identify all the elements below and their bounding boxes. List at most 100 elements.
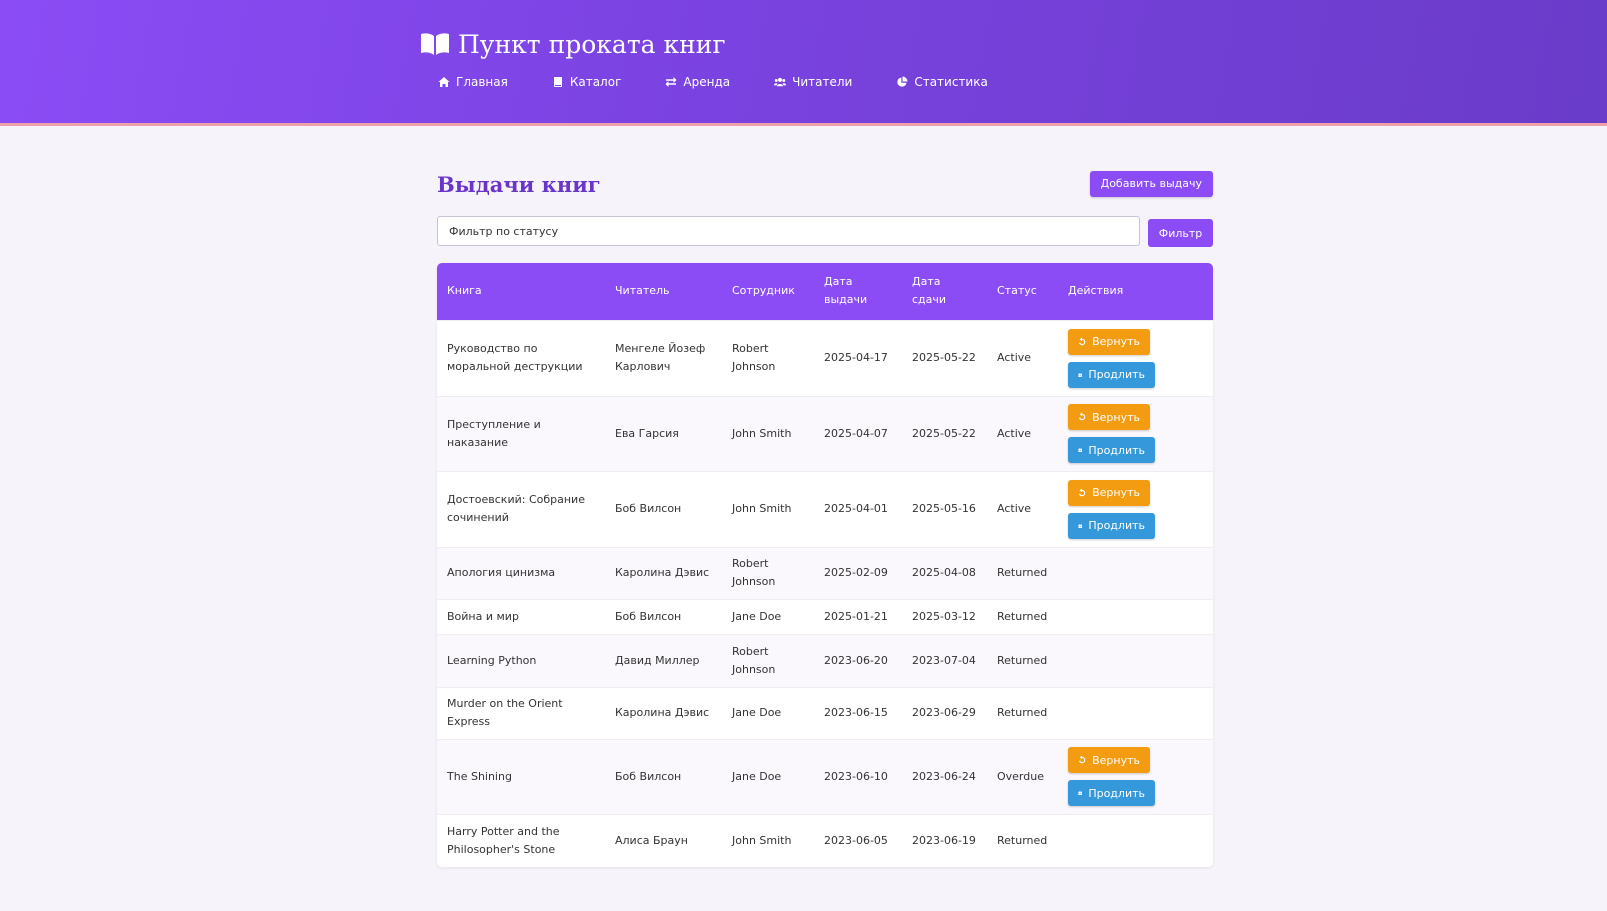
staff-cell: John Smith [722, 470, 814, 547]
calendar-plus-icon [1078, 372, 1082, 377]
issue-date-cell: 2025-04-07 [814, 395, 902, 471]
status-cell: Overdue [987, 738, 1058, 814]
nav-label: Аренда [683, 75, 731, 89]
issue-date-cell: 2025-02-09 [814, 546, 902, 599]
table-row: Руководство по моральной деструкции Менге… [437, 319, 1213, 396]
filter-bar: Фильтр [437, 215, 1213, 247]
due-date-cell: 2025-05-16 [902, 470, 987, 547]
due-date-cell: 2025-05-22 [902, 319, 987, 396]
reader-cell: Каролина Дэвис [605, 686, 722, 739]
staff-cell: Robert Johnson [722, 633, 814, 687]
due-date-cell: 2023-06-24 [902, 738, 987, 814]
status-filter-input[interactable] [437, 216, 1140, 246]
return-button[interactable]: Вернуть [1068, 747, 1150, 773]
book-cell: Апология цинизма [437, 546, 605, 599]
nav-item-statistics[interactable]: Статистика [896, 72, 988, 92]
calendar-plus-icon [1078, 523, 1082, 528]
book-cell: Murder on the Orient Express [437, 686, 605, 739]
column-header[interactable]: Читатель [605, 263, 722, 320]
page-title: Выдачи книг [437, 171, 601, 197]
column-header[interactable]: Дата выдачи [814, 263, 902, 320]
brand[interactable]: Пункт проката книг [420, 28, 1220, 60]
issues-table-container: Книга Читатель Сотрудник Дата выдачи Дат… [437, 263, 1213, 867]
actions-cell [1058, 546, 1213, 599]
extend-label: Продлить [1088, 368, 1145, 381]
nav-item-catalog[interactable]: Каталог [552, 72, 621, 92]
reader-cell: Ева Гарсия [605, 395, 722, 471]
nav-label: Читатели [792, 75, 853, 89]
column-header[interactable]: Сотрудник [722, 263, 814, 320]
issues-table: Книга Читатель Сотрудник Дата выдачи Дат… [437, 263, 1213, 867]
column-header[interactable]: Дата сдачи [902, 263, 987, 320]
staff-cell: Jane Doe [722, 738, 814, 814]
staff-cell: Jane Doe [722, 686, 814, 739]
users-icon [774, 77, 787, 87]
table-row: Апология цинизма Каролина Дэвис Robert Joh… [437, 546, 1213, 599]
reader-cell: Менгеле Йозеф Карлович [605, 319, 722, 396]
staff-cell: Robert Johnson [722, 546, 814, 599]
add-issue-button[interactable]: Добавить выдачу [1089, 171, 1213, 197]
book-cell: Руководство по моральной деструкции [437, 319, 605, 396]
table-row: Learning Python Давид Миллер Robert Johnso… [437, 633, 1213, 687]
status-cell: Returned [987, 633, 1058, 687]
table-row: The Shining Боб Вилсон Jane Doe 2023-06-10 2… [437, 738, 1213, 814]
reader-cell: Каролина Дэвис [605, 546, 722, 599]
open-book-icon [421, 33, 449, 55]
book-cell: Harry Potter and the Philosopher's Stone [437, 813, 605, 867]
nav-item-rental[interactable]: Аренда [665, 72, 730, 92]
extend-button[interactable]: Продлить [1068, 780, 1155, 806]
reader-cell: Давид Миллер [605, 633, 722, 687]
return-label: Вернуть [1092, 410, 1140, 424]
actions-cell [1058, 686, 1213, 739]
staff-cell: John Smith [722, 813, 814, 867]
actions-cell: Вернуть Продлить [1058, 738, 1213, 814]
extend-label: Продлить [1088, 519, 1145, 532]
extend-label: Продлить [1088, 786, 1145, 800]
actions-cell [1058, 813, 1213, 867]
nav-item-readers[interactable]: Читатели [774, 72, 852, 92]
return-button[interactable]: Вернуть [1068, 404, 1150, 430]
actions-cell [1058, 633, 1213, 687]
extend-button[interactable]: Продлить [1068, 361, 1155, 388]
issue-date-cell: 2025-04-17 [814, 319, 902, 396]
return-button[interactable]: Вернуть [1068, 328, 1150, 355]
home-icon [438, 77, 450, 87]
return-button[interactable]: Вернуть [1068, 479, 1150, 506]
return-label: Вернуть [1092, 486, 1140, 499]
issue-date-cell: 2025-01-21 [814, 598, 902, 634]
column-header[interactable]: Статус [987, 263, 1058, 320]
nav-label: Статистика [914, 75, 988, 89]
extend-label: Продлить [1088, 443, 1145, 457]
table-row: Harry Potter and the Philosopher's Stone… [437, 813, 1213, 867]
nav-item-home[interactable]: Главная [438, 72, 508, 92]
reader-cell: Боб Вилсон [605, 470, 722, 547]
chart-pie-icon [897, 76, 908, 87]
column-header[interactable]: Книга [437, 263, 605, 320]
staff-cell: John Smith [722, 395, 814, 471]
app-header: Пункт проката книг Главная Каталог Аренд… [0, 0, 1607, 126]
status-cell: Returned [987, 686, 1058, 739]
actions-cell: Вернуть Продлить [1058, 470, 1213, 547]
actions-cell: Вернуть Продлить [1058, 395, 1213, 471]
reader-cell: Боб Вилсон [605, 598, 722, 634]
table-row: Достоевский: Собрание сочинений Боб Вилсо… [437, 470, 1213, 547]
extend-button[interactable]: Продлить [1068, 437, 1155, 463]
issue-date-cell: 2023-06-10 [814, 738, 902, 814]
table-row: Преступление и наказание Ева Гарсия John S… [437, 395, 1213, 471]
reader-cell: Боб Вилсон [605, 738, 722, 814]
due-date-cell: 2023-06-19 [902, 813, 987, 867]
calendar-plus-icon [1078, 791, 1082, 795]
actions-cell [1058, 598, 1213, 634]
book-cell: Преступление и наказание [437, 395, 605, 471]
actions-cell: Вернуть Продлить [1058, 319, 1213, 396]
extend-button[interactable]: Продлить [1068, 512, 1155, 539]
status-cell: Active [987, 395, 1058, 471]
table-row: Война и мир Боб Вилсон Jane Doe 2025-01-21 2… [437, 598, 1213, 634]
reader-cell: Алиса Браун [605, 813, 722, 867]
issue-date-cell: 2023-06-15 [814, 686, 902, 739]
undo-icon [1078, 412, 1086, 421]
book-icon [553, 77, 562, 87]
due-date-cell: 2025-05-22 [902, 395, 987, 471]
status-cell: Returned [987, 813, 1058, 867]
filter-button[interactable]: Фильтр [1148, 219, 1213, 247]
